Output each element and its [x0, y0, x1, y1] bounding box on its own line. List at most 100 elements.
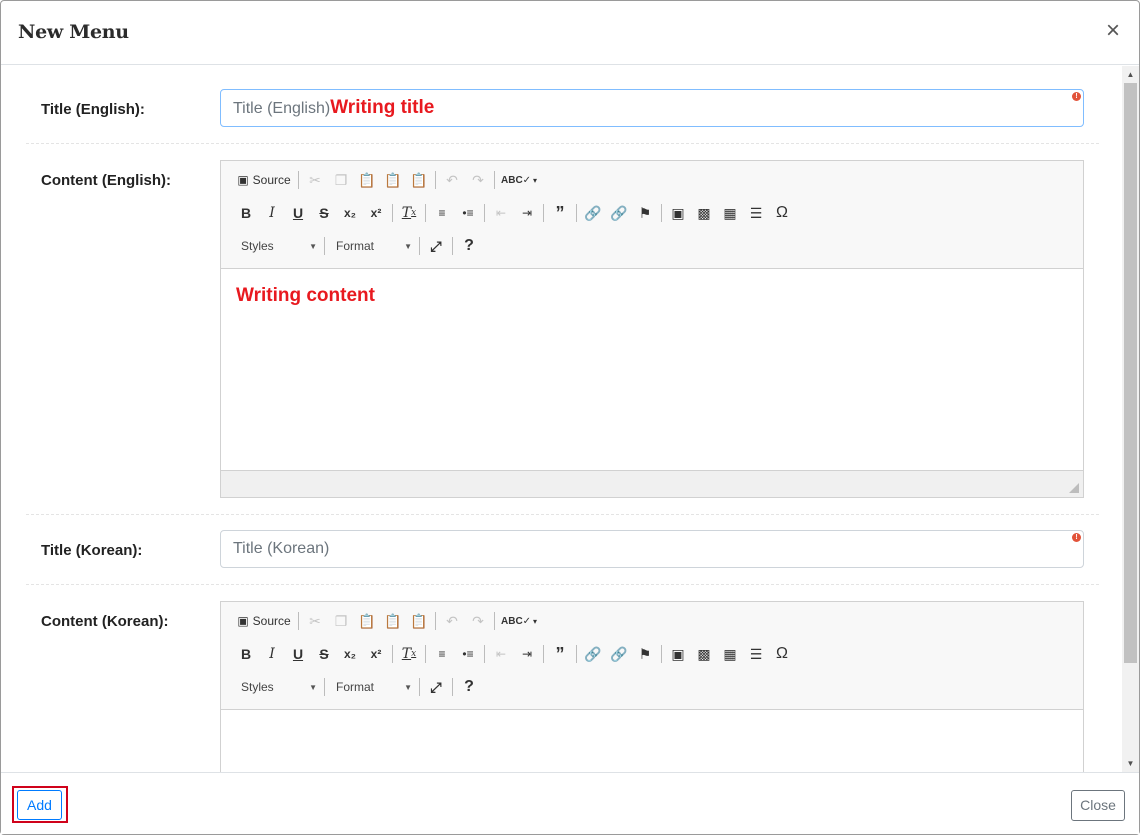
flag-icon[interactable]: ⚑ [632, 642, 658, 666]
chevron-down-icon: ▼ [309, 682, 317, 692]
italic-icon[interactable]: I [259, 642, 285, 666]
spellcheck-icon[interactable]: ABC✓ ▾ [498, 609, 540, 633]
scrollbar-thumb[interactable] [1124, 83, 1137, 663]
link-icon[interactable]: 🔗 [580, 201, 606, 225]
format-dropdown[interactable]: Format ▼ [328, 675, 416, 699]
chevron-down-icon: ▼ [404, 682, 412, 692]
format-dropdown[interactable]: Format ▼ [328, 234, 416, 258]
content-korean-textarea[interactable] [221, 710, 1083, 772]
indent-icon[interactable]: ⇥ [514, 642, 540, 666]
styles-dropdown[interactable]: Styles ▼ [233, 234, 321, 258]
toolbar-separator [661, 645, 662, 663]
modal-scrollbar[interactable]: ▲ ▼ [1122, 66, 1139, 772]
iframe-icon[interactable]: ▩ [691, 201, 717, 225]
content-korean-label: Content (Korean): [41, 613, 169, 630]
paste-icon[interactable]: 📋 [354, 609, 380, 633]
scroll-down-icon[interactable]: ▼ [1122, 755, 1139, 772]
title-english-label: Title (English): [41, 101, 145, 118]
add-button[interactable]: Add [17, 790, 62, 820]
iframe-icon[interactable]: ▩ [691, 642, 717, 666]
cut-icon[interactable]: ✂ [302, 168, 328, 192]
paste-icon[interactable]: 📋 [354, 168, 380, 192]
source-button[interactable]: ▣ Source [233, 168, 295, 192]
styles-dropdown[interactable]: Styles ▼ [233, 675, 321, 699]
copy-icon[interactable]: ❐ [328, 168, 354, 192]
numbered-list-icon[interactable]: ≡ [429, 201, 455, 225]
maximize-icon[interactable]: ⤢ [423, 675, 449, 699]
content-korean-row: Content (Korean): ▣Source ✂ ❐ 📋 📋 📋 ↶ ↷ [26, 585, 1099, 772]
superscript-icon[interactable]: x² [363, 201, 389, 225]
toolbar-separator [425, 645, 426, 663]
source-button[interactable]: ▣ Source [233, 609, 295, 633]
remove-format-icon[interactable]: Tx [396, 201, 422, 225]
maximize-icon[interactable]: ⤢ [423, 234, 449, 258]
title-korean-input[interactable]: Title (Korean) ! [220, 530, 1084, 568]
help-icon[interactable]: ? [456, 675, 482, 699]
subscript-icon[interactable]: x₂ [337, 201, 363, 225]
modal-body: Title (English): Title (English)Writing … [1, 66, 1139, 772]
writing-content-annotation: Writing content [236, 285, 375, 306]
scroll-up-icon[interactable]: ▲ [1122, 66, 1139, 83]
image-icon[interactable]: ▣ [665, 201, 691, 225]
bold-icon[interactable]: B [233, 201, 259, 225]
close-icon[interactable]: × [1103, 19, 1123, 43]
copy-icon[interactable]: ❐ [328, 609, 354, 633]
content-korean-editor: ▣ Source ✂ ❐ 📋 📋 📋 ↶ ↷ ABC✓ ▾ B I U S x₂… [220, 601, 1084, 772]
blockquote-icon[interactable]: ” [547, 201, 573, 225]
strikethrough-icon[interactable]: S [311, 642, 337, 666]
undo-icon[interactable]: ↶ [439, 168, 465, 192]
bulleted-list-icon[interactable]: •≡ [455, 642, 481, 666]
remove-format-icon[interactable]: Tx [396, 642, 422, 666]
underline-icon[interactable]: U [285, 642, 311, 666]
special-char-icon[interactable]: Ω [769, 642, 795, 666]
special-char-icon[interactable]: Ω [769, 201, 795, 225]
content-english-textarea[interactable]: Writing content [221, 269, 1083, 470]
editor-toolbar: ▣ Source ✂ ❐ 📋 📋 📋 ↶ ↷ ABC✓ ▾ B I U S x₂… [221, 161, 1083, 269]
styles-label: Styles [241, 680, 274, 694]
paste-text-icon[interactable]: 📋 [380, 609, 406, 633]
bold-icon[interactable]: B [233, 642, 259, 666]
close-button[interactable]: Close [1071, 790, 1125, 821]
link-icon[interactable]: 🔗 [580, 642, 606, 666]
table-icon[interactable]: ▦ [717, 201, 743, 225]
unlink-icon[interactable]: 🔗 [606, 201, 632, 225]
toolbar-separator [494, 612, 495, 630]
flag-icon[interactable]: ⚑ [632, 201, 658, 225]
resize-handle-icon[interactable] [1069, 483, 1079, 493]
toolbar-separator [324, 678, 325, 696]
toolbar-separator [484, 645, 485, 663]
toolbar-separator [452, 678, 453, 696]
undo-icon[interactable]: ↶ [439, 609, 465, 633]
cut-icon[interactable]: ✂ [302, 609, 328, 633]
required-icon: ! [1072, 92, 1081, 101]
horizontal-line-icon[interactable]: ☰ [743, 201, 769, 225]
paste-text-icon[interactable]: 📋 [380, 168, 406, 192]
toolbar-separator [419, 678, 420, 696]
redo-icon[interactable]: ↷ [465, 168, 491, 192]
table-icon[interactable]: ▦ [717, 642, 743, 666]
paste-from-word-icon[interactable]: 📋 [406, 168, 432, 192]
title-english-input[interactable]: Title (English)Writing title ! [220, 89, 1084, 127]
outdent-icon[interactable]: ⇤ [488, 201, 514, 225]
subscript-icon[interactable]: x₂ [337, 642, 363, 666]
toolbar-separator [543, 204, 544, 222]
outdent-icon[interactable]: ⇤ [488, 642, 514, 666]
unlink-icon[interactable]: 🔗 [606, 642, 632, 666]
numbered-list-icon[interactable]: ≡ [429, 642, 455, 666]
horizontal-line-icon[interactable]: ☰ [743, 642, 769, 666]
underline-icon[interactable]: U [285, 201, 311, 225]
strikethrough-icon[interactable]: S [311, 201, 337, 225]
blockquote-icon[interactable]: ” [547, 642, 573, 666]
spellcheck-icon[interactable]: ABC✓ ▾ [498, 168, 540, 192]
indent-icon[interactable]: ⇥ [514, 201, 540, 225]
paste-from-word-icon[interactable]: 📋 [406, 609, 432, 633]
italic-icon[interactable]: I [259, 201, 285, 225]
redo-icon[interactable]: ↷ [465, 609, 491, 633]
bulleted-list-icon[interactable]: •≡ [455, 201, 481, 225]
superscript-icon[interactable]: x² [363, 642, 389, 666]
source-label: Source [252, 614, 291, 628]
writing-title-annotation: Writing title [330, 97, 435, 118]
format-label: Format [336, 239, 375, 253]
image-icon[interactable]: ▣ [665, 642, 691, 666]
help-icon[interactable]: ? [456, 234, 482, 258]
